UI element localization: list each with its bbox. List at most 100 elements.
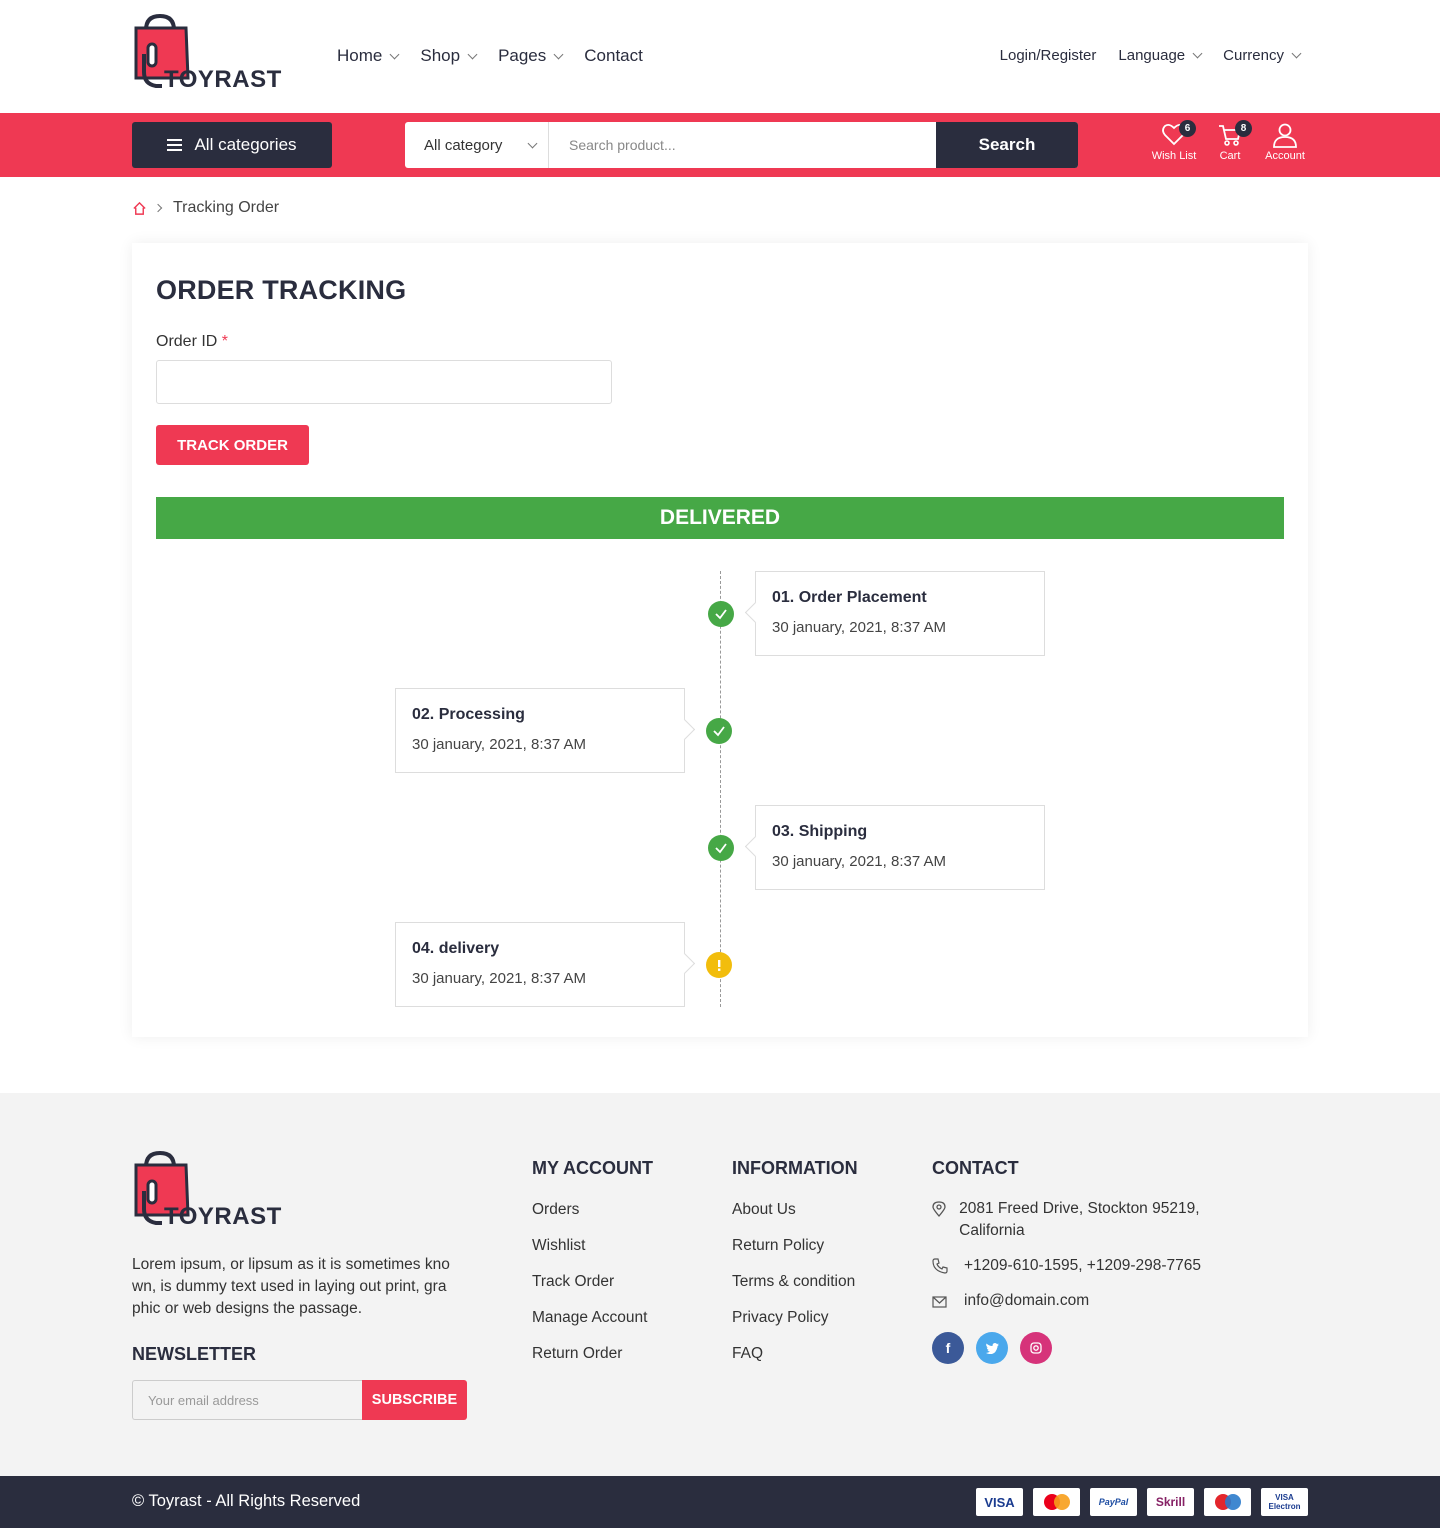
footer-link-terms[interactable]: Terms & condition xyxy=(732,1273,858,1295)
account-label: Account xyxy=(1265,150,1305,162)
wishlist-button[interactable]: 6 Wish List xyxy=(1147,120,1201,162)
all-categories-button[interactable]: All categories xyxy=(132,122,332,168)
facebook-icon[interactable]: f xyxy=(932,1332,964,1364)
footer: TOYRAST Lorem ipsum, or lipsum as it is … xyxy=(0,1093,1440,1476)
contact-email: info@domain.com xyxy=(932,1290,1089,1315)
timeline-step: 03. Shipping 30 january, 2021, 8:37 AM xyxy=(755,805,1045,890)
twitter-icon[interactable] xyxy=(976,1332,1008,1364)
search-input[interactable] xyxy=(549,122,936,168)
footer-link-about[interactable]: About Us xyxy=(732,1201,858,1223)
status-banner: DELIVERED xyxy=(156,497,1284,539)
home-icon[interactable] xyxy=(132,201,147,216)
chevron-down-icon xyxy=(553,49,564,59)
login-register-link[interactable]: Login/Register xyxy=(1000,47,1097,64)
nav-shop-label: Shop xyxy=(420,46,461,65)
timeline-step: 02. Processing 30 january, 2021, 8:37 AM xyxy=(395,688,685,773)
location-pin-icon xyxy=(932,1198,959,1242)
track-order-button[interactable]: TRACK ORDER xyxy=(156,425,309,465)
nav-shop[interactable]: Shop xyxy=(420,46,478,66)
step-title: 03. Shipping xyxy=(772,823,868,840)
order-tracking-card: ORDER TRACKING Order ID * TRACK ORDER DE… xyxy=(132,243,1308,1037)
my-account-column: MY ACCOUNT Orders Wishlist Track Order M… xyxy=(532,1158,653,1381)
required-mark: * xyxy=(221,333,229,350)
order-id-label: Order ID * xyxy=(156,333,228,351)
subscribe-button[interactable]: SUBSCRIBE xyxy=(362,1380,467,1420)
contact-column: CONTACT xyxy=(932,1158,1019,1201)
check-icon xyxy=(708,835,734,861)
contact-address: 2081 Freed Drive, Stockton 95219, Califo… xyxy=(932,1198,1222,1242)
order-id-input[interactable] xyxy=(156,360,612,404)
nav-pages-label: Pages xyxy=(498,46,547,65)
my-account-title: MY ACCOUNT xyxy=(532,1158,653,1178)
paypal-icon: PayPal xyxy=(1090,1488,1137,1516)
nav-pages[interactable]: Pages xyxy=(498,46,564,66)
search-form: All category Search xyxy=(405,122,1078,168)
contact-title: CONTACT xyxy=(932,1158,1019,1178)
nav-contact[interactable]: Contact xyxy=(584,46,643,66)
breadcrumb-current: Tracking Order xyxy=(173,199,280,216)
visa-icon: VISA xyxy=(976,1488,1023,1516)
step-date: 30 january, 2021, 8:37 AM xyxy=(412,736,587,753)
contact-email-text: info@domain.com xyxy=(964,1292,1090,1309)
mail-icon xyxy=(932,1290,964,1315)
language-select[interactable]: Language xyxy=(1118,47,1203,64)
nav-home-label: Home xyxy=(337,46,383,65)
category-select[interactable]: All category xyxy=(405,122,549,168)
footer-link-orders[interactable]: Orders xyxy=(532,1201,653,1223)
step-date: 30 january, 2021, 8:37 AM xyxy=(772,619,947,636)
top-header: TOYRAST Home Shop Pages Contact Login/Re… xyxy=(0,0,1440,113)
footer-link-return-order[interactable]: Return Order xyxy=(532,1345,653,1367)
chevron-down-icon xyxy=(389,49,400,59)
timeline-step: 04. delivery 30 january, 2021, 8:37 AM xyxy=(395,922,685,1007)
copyright: © Toyrast - All Rights Reserved xyxy=(132,1492,361,1510)
logo-text: TOYRAST xyxy=(164,1203,282,1230)
search-button[interactable]: Search xyxy=(936,122,1078,168)
warning-icon xyxy=(706,952,732,978)
nav-contact-label: Contact xyxy=(584,46,643,65)
chevron-right-icon xyxy=(153,203,163,213)
footer-link-wishlist[interactable]: Wishlist xyxy=(532,1237,653,1259)
information-column: INFORMATION About Us Return Policy Terms… xyxy=(732,1158,858,1381)
cart-button[interactable]: 8 Cart xyxy=(1203,120,1257,162)
user-icon xyxy=(1273,123,1297,148)
account-button[interactable]: Account xyxy=(1258,122,1312,162)
breadcrumb: Tracking Order xyxy=(132,199,279,217)
phone-icon xyxy=(932,1255,964,1281)
language-label: Language xyxy=(1118,47,1186,64)
all-categories-label: All categories xyxy=(194,135,297,154)
maestro-icon xyxy=(1204,1488,1251,1516)
information-title: INFORMATION xyxy=(732,1158,858,1178)
footer-about-text: Lorem ipsum, or lipsum as it is sometime… xyxy=(132,1256,450,1317)
chevron-down-icon xyxy=(467,49,478,59)
contact-phone: +1209-610-1595, +1209-298-7765 xyxy=(932,1255,1201,1281)
menu-icon xyxy=(167,139,183,151)
newsletter-email-input[interactable] xyxy=(132,1380,363,1420)
step-title: 04. delivery xyxy=(412,940,500,957)
page-title: ORDER TRACKING xyxy=(156,275,407,305)
footer-link-faq[interactable]: FAQ xyxy=(732,1345,858,1367)
instagram-icon[interactable] xyxy=(1020,1332,1052,1364)
logo-text: TOYRAST xyxy=(164,66,282,93)
skrill-icon: Skrill xyxy=(1147,1488,1194,1516)
currency-select[interactable]: Currency xyxy=(1223,47,1302,64)
check-icon xyxy=(706,718,732,744)
footer-link-return-policy[interactable]: Return Policy xyxy=(732,1237,858,1259)
logo[interactable]: TOYRAST xyxy=(132,14,281,94)
mastercard-icon xyxy=(1033,1488,1080,1516)
step-title: 01. Order Placement xyxy=(772,589,927,606)
footer-link-track-order[interactable]: Track Order xyxy=(532,1273,653,1295)
currency-label: Currency xyxy=(1223,47,1284,64)
cart-label: Cart xyxy=(1219,150,1241,162)
check-icon xyxy=(708,601,734,627)
chevron-down-icon xyxy=(1192,48,1203,59)
main-nav: Home Shop Pages Contact xyxy=(337,46,665,66)
bottom-bar: © Toyrast - All Rights Reserved VISA Pay… xyxy=(0,1476,1440,1528)
utility-nav: Login/Register Language Currency xyxy=(978,47,1302,64)
footer-link-manage-account[interactable]: Manage Account xyxy=(532,1309,653,1331)
footer-logo[interactable]: TOYRAST xyxy=(132,1151,281,1231)
search-bar-strip: All categories All category Search 6 Wis… xyxy=(0,113,1440,177)
wishlist-label: Wish List xyxy=(1151,150,1197,162)
footer-link-privacy[interactable]: Privacy Policy xyxy=(732,1309,858,1331)
nav-home[interactable]: Home xyxy=(337,46,400,66)
step-date: 30 january, 2021, 8:37 AM xyxy=(412,970,587,987)
